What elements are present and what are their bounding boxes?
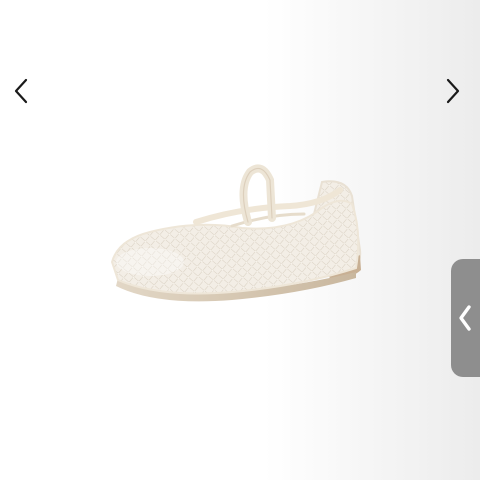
carousel-prev-button[interactable] [6, 76, 36, 106]
chevron-left-icon [459, 305, 471, 331]
side-panel-toggle[interactable] [451, 259, 480, 377]
product-image [0, 0, 480, 480]
product-gallery [0, 0, 480, 480]
chevron-right-icon [446, 78, 460, 104]
chevron-left-icon [14, 78, 28, 104]
carousel-next-button[interactable] [438, 76, 468, 106]
